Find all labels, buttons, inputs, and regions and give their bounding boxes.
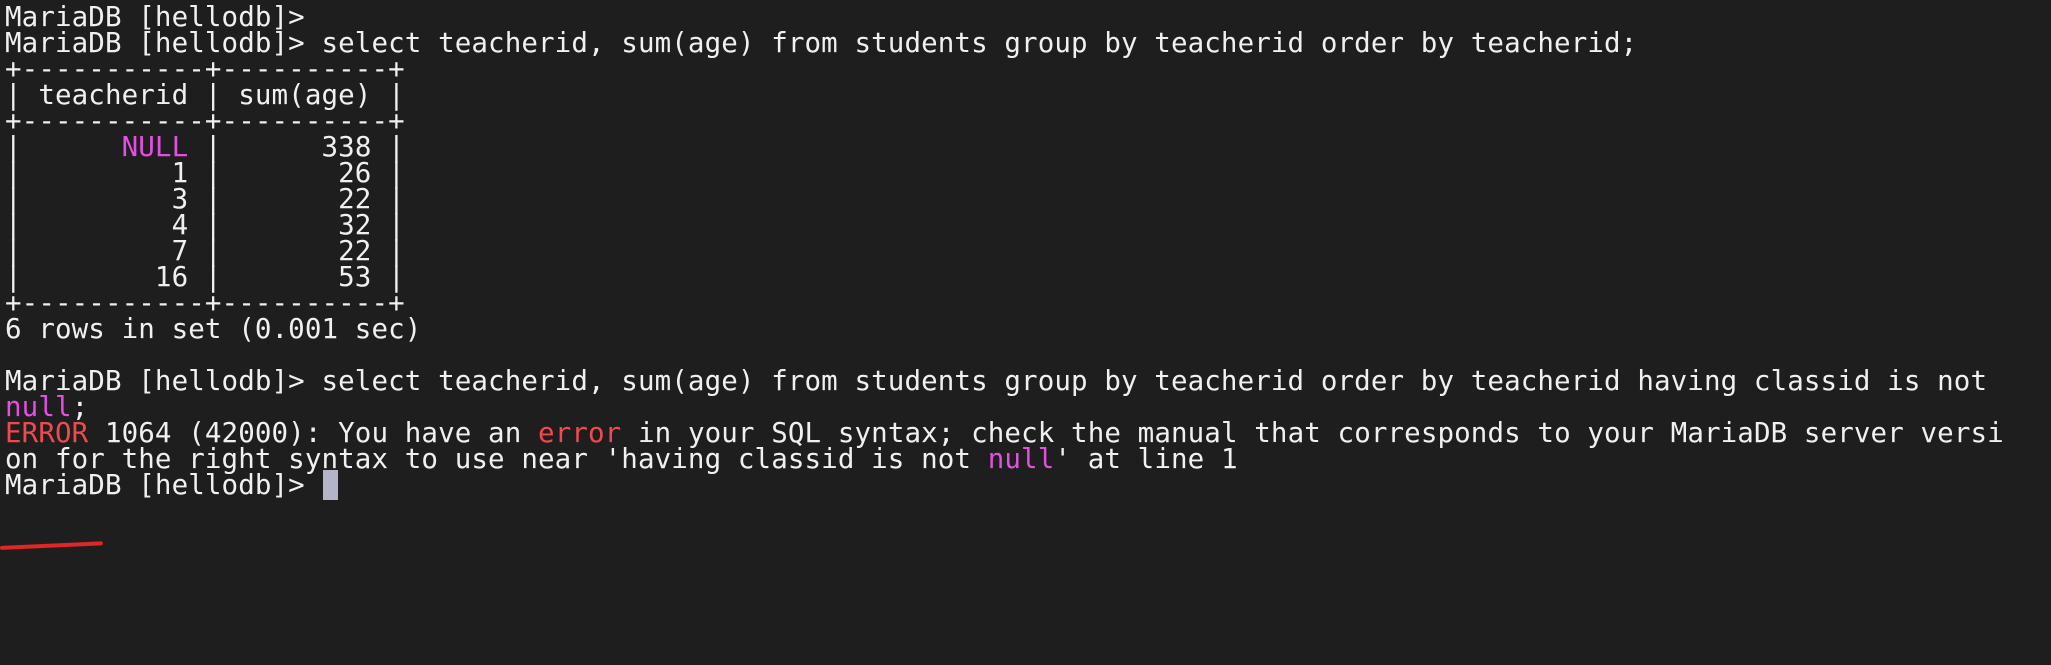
- rows-in-set-status: 6 rows in set (0.001 sec): [5, 313, 422, 345]
- query-text: select teacherid, sum(age) from students…: [321, 27, 1638, 59]
- query-text: select teacherid, sum(age) from students…: [321, 365, 1988, 397]
- query-line-2: MariaDB [hellodb]> select teacherid, sum…: [5, 364, 1987, 398]
- terminal-window[interactable]: MariaDB [hellodb]> MariaDB [hellodb]> se…: [0, 0, 2051, 665]
- prompt-line-active[interactable]: MariaDB [hellodb]>: [5, 468, 339, 502]
- null-keyword: null: [987, 443, 1055, 475]
- annotation-underline: [0, 541, 103, 550]
- prompt-text: MariaDB [hellodb]>: [5, 469, 322, 501]
- text-cursor: [323, 470, 339, 500]
